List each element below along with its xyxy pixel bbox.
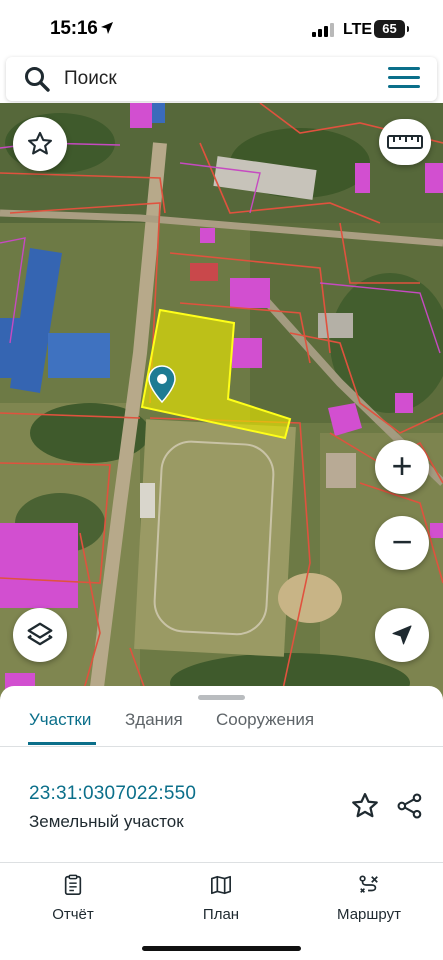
tab-structures[interactable]: Сооружения: [216, 710, 314, 730]
locate-me-button[interactable]: [375, 608, 429, 662]
search-bar: [6, 57, 437, 101]
sheet-drag-handle[interactable]: [198, 695, 245, 700]
location-pin-icon[interactable]: [148, 365, 176, 403]
nav-plan[interactable]: План: [166, 874, 276, 923]
location-arrow-icon: [101, 22, 113, 34]
tab-bar: Участки Здания Сооружения: [0, 706, 443, 746]
home-indicator[interactable]: [142, 946, 301, 951]
battery-indicator: 65: [374, 20, 409, 38]
tab-buildings[interactable]: Здания: [125, 710, 183, 730]
parcel-cadastral-number[interactable]: 23:31:0307022:550: [29, 783, 196, 805]
zoom-in-button[interactable]: +: [375, 440, 429, 494]
favorite-button[interactable]: [13, 117, 67, 171]
plus-icon: +: [391, 444, 413, 486]
layers-button[interactable]: [13, 608, 67, 662]
active-tab-indicator: [28, 742, 96, 745]
share-icon[interactable]: [396, 792, 424, 820]
satellite-map[interactable]: [0, 103, 443, 703]
map-view[interactable]: + −: [0, 103, 443, 703]
layers-icon: [27, 622, 53, 646]
network-type: LTE: [343, 21, 373, 38]
navigation-arrow-icon: [392, 625, 412, 645]
nav-route-label: Маршрут: [337, 906, 401, 923]
tab-parcels[interactable]: Участки: [29, 710, 91, 730]
nav-report-label: Отчёт: [52, 906, 94, 923]
divider: [0, 862, 443, 863]
ruler-icon: [387, 135, 423, 149]
nav-route[interactable]: Маршрут: [314, 874, 424, 923]
signal-strength-icon: [312, 23, 334, 37]
report-icon: [64, 874, 82, 895]
divider: [0, 746, 443, 747]
star-icon: [27, 131, 53, 155]
ruler-button[interactable]: [379, 119, 431, 165]
status-time: 15:16: [50, 18, 98, 39]
nav-report[interactable]: Отчёт: [18, 874, 128, 923]
map-icon: [211, 875, 231, 895]
minus-icon: −: [391, 520, 413, 562]
search-icon[interactable]: [24, 66, 50, 92]
nav-plan-label: План: [202, 906, 240, 923]
status-bar: 15:16 LTE 65: [0, 0, 443, 58]
star-icon[interactable]: [350, 791, 380, 821]
route-icon: [359, 875, 378, 893]
search-input[interactable]: [64, 63, 364, 95]
hamburger-menu-icon[interactable]: [388, 67, 420, 91]
zoom-out-button[interactable]: −: [375, 516, 429, 570]
parcel-type: Земельный участок: [29, 812, 184, 831]
